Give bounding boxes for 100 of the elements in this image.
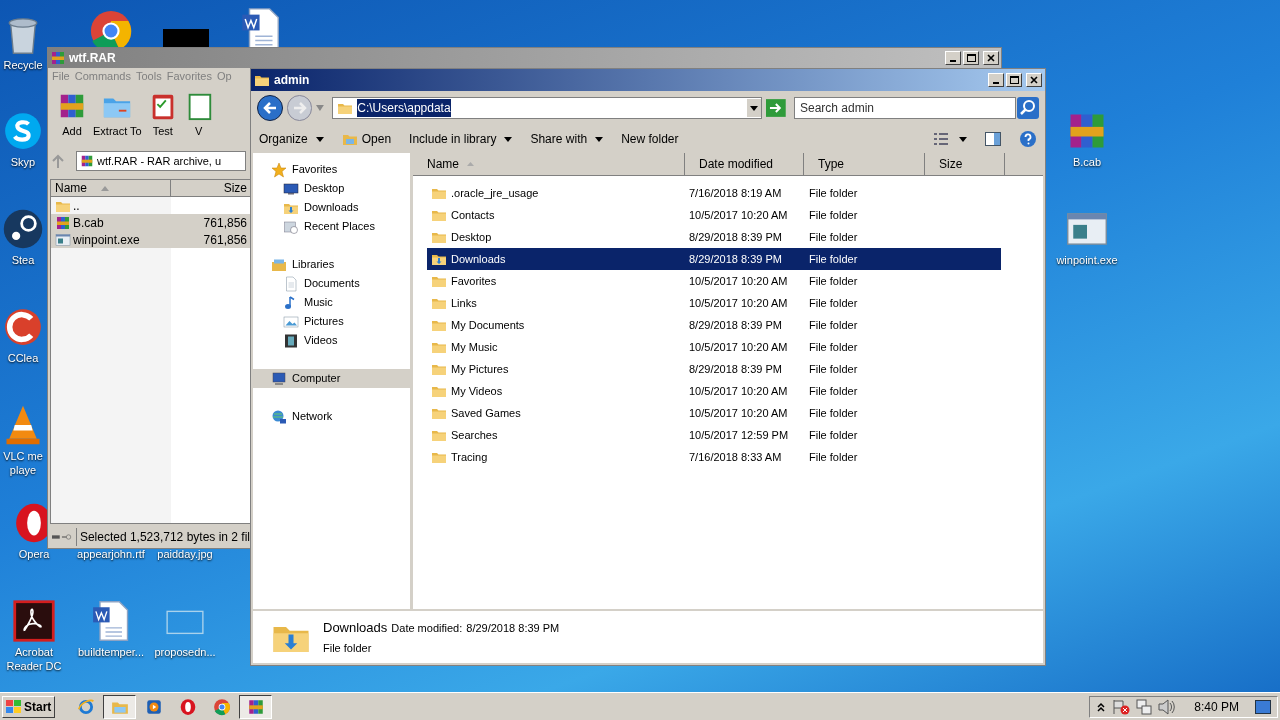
network-icon[interactable] [1136, 698, 1153, 715]
nav-item[interactable]: Pictures [253, 312, 410, 331]
videos-icon [283, 332, 299, 349]
desktop-icon-label[interactable]: Skyp [10, 155, 36, 169]
column-header[interactable]: Size [171, 180, 251, 197]
toolbar-button[interactable]: Share with [530, 130, 604, 148]
back-button[interactable] [257, 95, 283, 121]
column-header[interactable]: Size [925, 153, 1005, 176]
file-row[interactable]: Downloads 8/29/2018 8:39 PM File folder [427, 248, 1001, 270]
recent-icon [283, 218, 299, 235]
file-row[interactable]: My Music 10/5/2017 10:20 AM File folder [427, 336, 1001, 358]
close-icon [987, 54, 995, 62]
network-icon [271, 408, 287, 425]
dropdown-icon[interactable] [747, 99, 762, 117]
nav-item[interactable]: Network [253, 407, 410, 426]
maximize-icon [966, 54, 976, 62]
taskbar-app-button[interactable] [239, 694, 273, 719]
toolbar-button[interactable]: Extract To [92, 91, 143, 149]
desktop-steam-icon [1, 207, 45, 251]
star-icon [271, 161, 287, 178]
archive-icon [80, 154, 94, 168]
nav-item[interactable]: Music [253, 293, 410, 312]
nav-item[interactable]: Downloads [253, 198, 410, 217]
window-title: admin [274, 72, 310, 89]
toolbar-button[interactable]: Test [146, 91, 179, 149]
minimize-button[interactable] [945, 51, 961, 65]
taskbar-app-button[interactable] [103, 694, 137, 719]
toolbar-button[interactable]: Open [341, 130, 392, 148]
details-date-label: Date modified: [391, 620, 463, 636]
nav-item[interactable]: Documents [253, 274, 410, 293]
file-row[interactable]: My Pictures 8/29/2018 8:39 PM File folder [427, 358, 1001, 380]
desktop-icon-label[interactable]: VLC me playe [3, 449, 43, 477]
nav-item[interactable]: Recent Places [253, 217, 410, 236]
drive-status-icon [52, 532, 72, 542]
file-row[interactable]: .oracle_jre_usage 7/16/2018 8:19 AM File folder [427, 182, 1001, 204]
desktop-icon-label[interactable]: CClea [7, 351, 39, 365]
winrar-app-icon [246, 697, 265, 716]
close-button[interactable] [983, 51, 999, 65]
file-row[interactable]: Saved Games 10/5/2017 10:20 AM File folder [427, 402, 1001, 424]
desktop-acrobat-icon [12, 599, 56, 643]
file-row[interactable]: .. [51, 197, 251, 214]
column-header[interactable]: Name [51, 180, 171, 197]
volume-icon[interactable] [1158, 698, 1177, 715]
file-row[interactable]: Searches 10/5/2017 12:59 PM File folder [427, 424, 1001, 446]
file-row[interactable]: Tracing 7/16/2018 8:33 AM File folder [427, 446, 1001, 468]
clock[interactable]: 8:40 PM [1194, 697, 1239, 716]
file-row[interactable]: winpoint.exe 761,856 [51, 231, 251, 248]
file-row[interactable]: Links 10/5/2017 10:20 AM File folder [427, 292, 1001, 314]
start-button[interactable]: Start [2, 695, 56, 718]
caret-icon[interactable] [959, 136, 967, 142]
search-field[interactable]: Search admin [794, 97, 1016, 119]
nav-item[interactable]: Videos [253, 331, 410, 350]
nav-item[interactable]: Libraries [253, 255, 410, 274]
file-row[interactable]: B.cab 761,856 [51, 214, 251, 231]
desktop-icon-label[interactable]: appearjohn.rtf [77, 547, 145, 561]
toolbar-button[interactable]: V [182, 91, 215, 149]
column-header[interactable]: Name [413, 153, 685, 176]
nav-item[interactable]: Desktop [253, 179, 410, 198]
caret-icon [504, 136, 513, 142]
nav-item[interactable]: Favorites [253, 160, 410, 179]
desktop-icon-label[interactable]: Opera [18, 547, 50, 561]
column-header[interactable]: Date modified [685, 153, 804, 176]
search-icon[interactable] [1017, 97, 1039, 119]
view-list-icon[interactable] [933, 132, 949, 146]
windows-logo-icon [6, 699, 22, 714]
nav-item[interactable]: Computer [253, 369, 410, 388]
archive-icon [50, 50, 66, 66]
minimize-button[interactable] [988, 73, 1004, 87]
preview-pane-icon[interactable] [985, 132, 1001, 146]
file-row[interactable]: Desktop 8/29/2018 8:39 PM File folder [427, 226, 1001, 248]
maximize-button[interactable] [1006, 73, 1022, 87]
chevron-up-icon[interactable] [1096, 701, 1107, 712]
desktop-icon-label[interactable]: Stea [11, 253, 35, 267]
maximize-button[interactable] [963, 51, 979, 65]
close-button[interactable] [1026, 73, 1042, 87]
file-row[interactable]: Favorites 10/5/2017 10:20 AM File folder [427, 270, 1001, 292]
toolbar-button[interactable]: Include in library [409, 130, 513, 148]
help-icon[interactable] [1019, 130, 1037, 148]
toolbar-button[interactable]: Organize [259, 130, 324, 148]
desktop-icon-label[interactable]: B.cab [1072, 155, 1102, 169]
toolbar-button[interactable]: Add [56, 91, 88, 149]
desktop-icon-label[interactable]: Recycle [3, 58, 43, 72]
flag-warning-icon[interactable] [1112, 698, 1131, 715]
archive-path-field[interactable]: wtf.RAR - RAR archive, u [76, 151, 246, 171]
maximize-icon [1009, 76, 1019, 84]
documents-icon [283, 275, 299, 292]
desktop-icon-label[interactable]: paidday.jpg [157, 547, 213, 561]
exe-file-icon [55, 231, 71, 248]
file-row[interactable]: My Documents 8/29/2018 8:39 PM File folder [427, 314, 1001, 336]
file-row[interactable]: Contacts 10/5/2017 10:20 AM File folder [427, 204, 1001, 226]
toolbar-button[interactable]: New folder [621, 130, 679, 148]
sort-up-icon [101, 185, 109, 191]
column-header[interactable]: Type [804, 153, 925, 176]
address-field[interactable]: C:\Users\appdata [332, 97, 763, 119]
file-row[interactable]: My Videos 10/5/2017 10:20 AM File folder [427, 380, 1001, 402]
chrome-app-icon [212, 697, 231, 716]
show-desktop-icon[interactable] [1255, 699, 1271, 714]
desktop-shortcut-icon [163, 29, 209, 47]
details-date: 8/29/2018 8:39 PM [466, 620, 560, 636]
caret-icon [595, 136, 604, 142]
